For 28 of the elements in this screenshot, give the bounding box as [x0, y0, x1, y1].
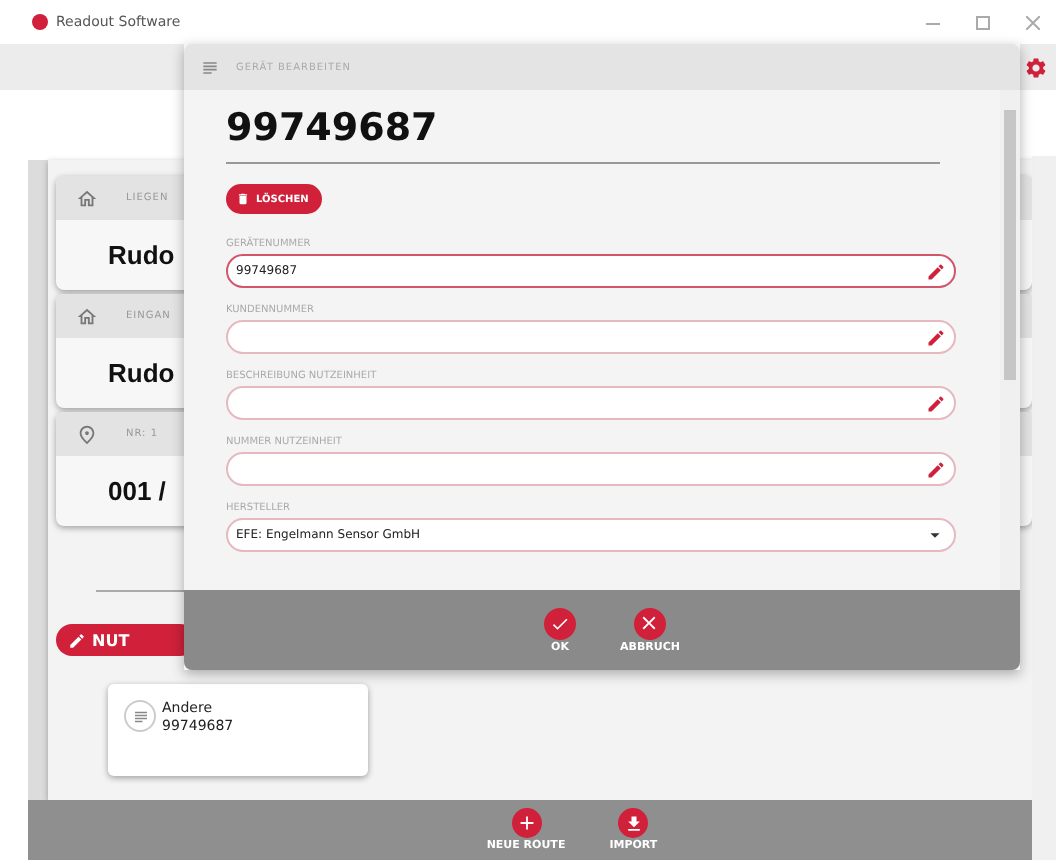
house-icon — [76, 305, 98, 327]
maximize-icon[interactable] — [976, 15, 990, 29]
location-pin-icon — [76, 423, 98, 445]
input-field[interactable] — [226, 452, 956, 486]
settings-icon[interactable] — [1024, 55, 1048, 79]
input-field[interactable] — [226, 386, 956, 420]
check-icon — [550, 613, 570, 633]
close-icon — [638, 612, 661, 634]
pencil-icon[interactable] — [926, 393, 946, 413]
card-title: 001 / — [108, 476, 166, 506]
pencil-icon[interactable] — [926, 459, 946, 479]
pencil-icon[interactable] — [926, 261, 946, 281]
plus-icon — [515, 812, 537, 834]
download-icon — [623, 813, 644, 833]
app-logo-icon — [32, 14, 48, 30]
trash-icon — [236, 192, 250, 206]
scrollbar[interactable] — [1000, 90, 1020, 590]
close-icon[interactable] — [1026, 15, 1040, 29]
card-title: Rudo — [108, 240, 175, 270]
input-field[interactable] — [226, 320, 956, 354]
card-title: Rudo — [108, 358, 175, 388]
document-icon — [200, 57, 220, 77]
document-icon — [124, 700, 156, 732]
device-heading: 99749687 — [226, 106, 940, 164]
scrollbar[interactable] — [1032, 156, 1056, 860]
pencil-icon[interactable] — [926, 327, 946, 347]
house-icon — [76, 187, 98, 209]
pencil-icon — [68, 631, 86, 649]
